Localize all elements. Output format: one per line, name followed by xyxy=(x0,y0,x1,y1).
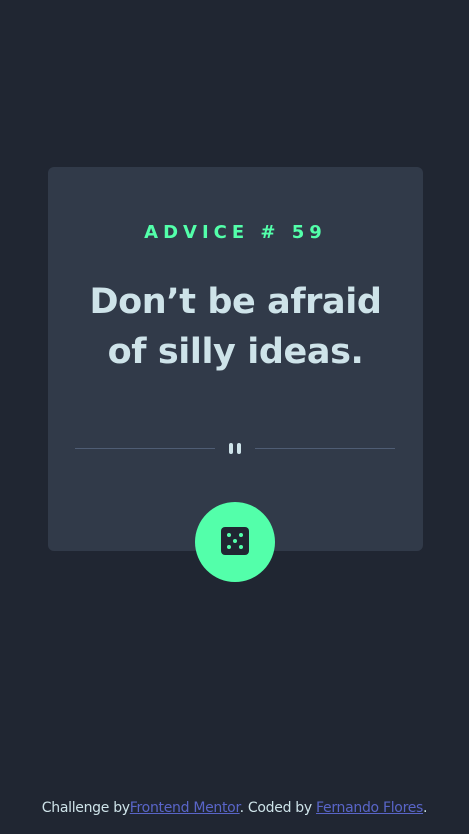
pause-icon xyxy=(227,443,243,455)
frontend-mentor-link[interactable]: Frontend Mentor xyxy=(130,800,240,816)
page: ADVICE # 59 Don’t be afraid of silly ide… xyxy=(0,0,469,834)
pattern-divider xyxy=(75,443,395,455)
footer-suffix: . xyxy=(423,800,428,816)
advice-card: ADVICE # 59 Don’t be afraid of silly ide… xyxy=(48,167,423,551)
advice-id-label: ADVICE # 59 xyxy=(144,222,327,243)
attribution-footer: Challenge byFrontend Mentor. Coded by Fe… xyxy=(0,800,469,816)
footer-middle: . Coded by xyxy=(239,800,317,816)
dice-icon xyxy=(221,527,249,555)
footer-prefix: Challenge by xyxy=(41,800,130,816)
new-advice-button[interactable] xyxy=(195,502,275,582)
divider-line-left xyxy=(75,448,215,449)
author-link[interactable]: Fernando Flores xyxy=(316,800,423,816)
divider-line-right xyxy=(255,448,395,449)
advice-quote: Don’t be afraid of silly ideas. xyxy=(89,282,382,372)
